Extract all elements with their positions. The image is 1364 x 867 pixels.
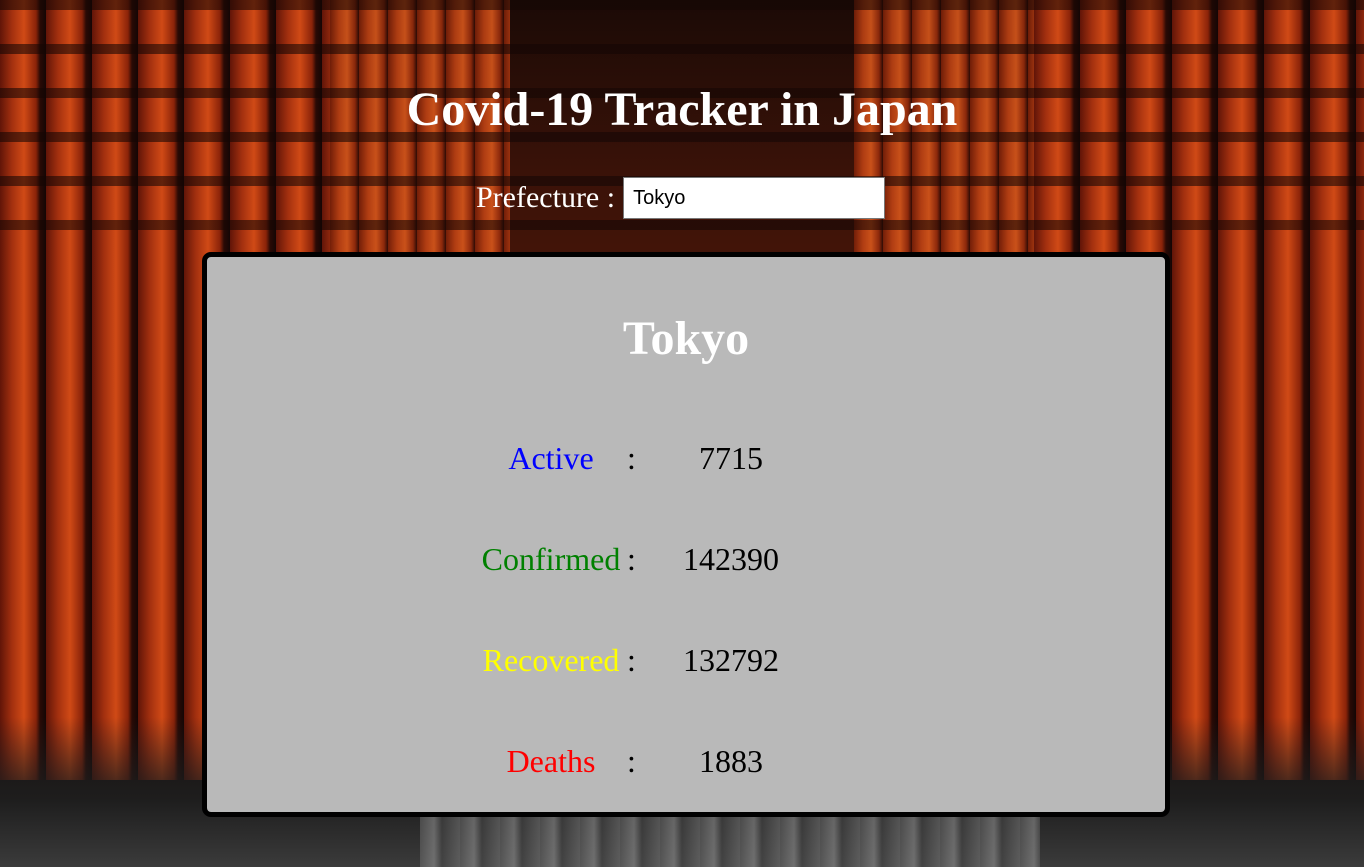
- stat-value-recovered: 132792: [683, 642, 779, 678]
- stat-row-recovered: Recovered : 132792: [207, 640, 1165, 680]
- prefecture-search-row: Prefecture :: [476, 177, 886, 219]
- stat-label-active: Active: [508, 440, 594, 476]
- stat-label-confirmed: Confirmed: [481, 541, 621, 577]
- stat-row-confirmed: Confirmed : 142390: [207, 539, 1165, 579]
- page-title: Covid-19 Tracker in Japan: [406, 83, 958, 136]
- prefecture-label: Prefecture :: [476, 181, 616, 214]
- stat-value-confirmed: 142390: [683, 541, 779, 577]
- stat-separator: :: [627, 743, 636, 779]
- stat-value-deaths: 1883: [699, 743, 763, 779]
- stat-row-deaths: Deaths : 1883: [207, 741, 1165, 781]
- stat-label-recovered: Recovered: [482, 642, 620, 678]
- card-title: Tokyo: [622, 312, 750, 365]
- stats-card: Tokyo Active : 7715 Confirmed : 142390 R…: [202, 252, 1170, 817]
- stat-row-active: Active : 7715: [207, 438, 1165, 478]
- prefecture-input[interactable]: [623, 177, 886, 219]
- stat-separator: :: [627, 440, 636, 476]
- stat-label-deaths: Deaths: [506, 743, 596, 779]
- stat-separator: :: [627, 642, 636, 678]
- stat-value-active: 7715: [699, 440, 763, 476]
- stat-separator: :: [627, 541, 636, 577]
